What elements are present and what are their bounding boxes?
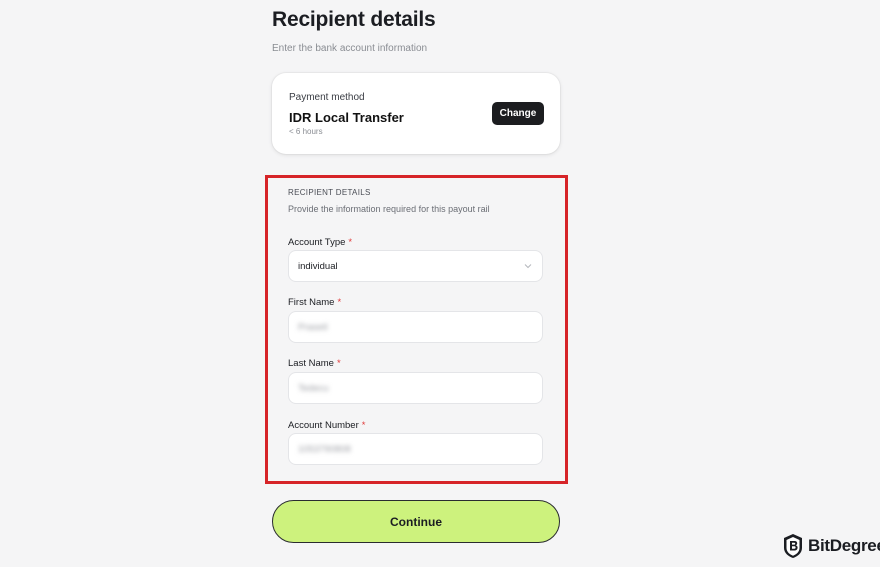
required-asterisk: * — [337, 297, 342, 308]
bitdegree-watermark: BitDegree — [782, 533, 880, 559]
chevron-down-icon — [524, 264, 532, 269]
payment-method-label: Payment method — [289, 92, 365, 103]
last-name-value: Tedecu — [298, 383, 329, 394]
required-asterisk: * — [336, 358, 341, 369]
account-type-select[interactable]: individual — [288, 250, 543, 282]
last-name-label: Last Name * — [288, 358, 341, 369]
account-number-label: Account Number * — [288, 420, 366, 431]
first-name-value: Prasetl — [298, 322, 328, 333]
account-type-label: Account Type * — [288, 237, 353, 248]
payment-method-card: Payment method IDR Local Transfer < 6 ho… — [272, 73, 560, 154]
recipient-section-title: RECIPIENT DETAILS — [288, 188, 371, 197]
page-title: Recipient details — [272, 8, 436, 31]
payment-method-eta: < 6 hours — [289, 127, 323, 136]
change-payment-button[interactable]: Change — [492, 102, 544, 125]
required-asterisk: * — [361, 420, 366, 431]
first-name-label: First Name * — [288, 297, 342, 308]
last-name-input[interactable]: Tedecu — [288, 372, 543, 404]
continue-button[interactable]: Continue — [272, 500, 560, 543]
payment-method-name: IDR Local Transfer — [289, 110, 404, 125]
recipient-section-description: Provide the information required for thi… — [288, 204, 490, 214]
page-subtitle: Enter the bank account information — [272, 43, 428, 54]
required-asterisk: * — [348, 237, 353, 248]
first-name-input[interactable]: Prasetl — [288, 311, 543, 343]
bitdegree-brand-text: BitDegree — [808, 536, 880, 555]
account-type-value: individual — [298, 261, 338, 272]
bitdegree-logo-icon — [784, 534, 802, 558]
account-number-value: 1053790808 — [298, 444, 351, 455]
account-number-input[interactable]: 1053790808 — [288, 433, 543, 465]
